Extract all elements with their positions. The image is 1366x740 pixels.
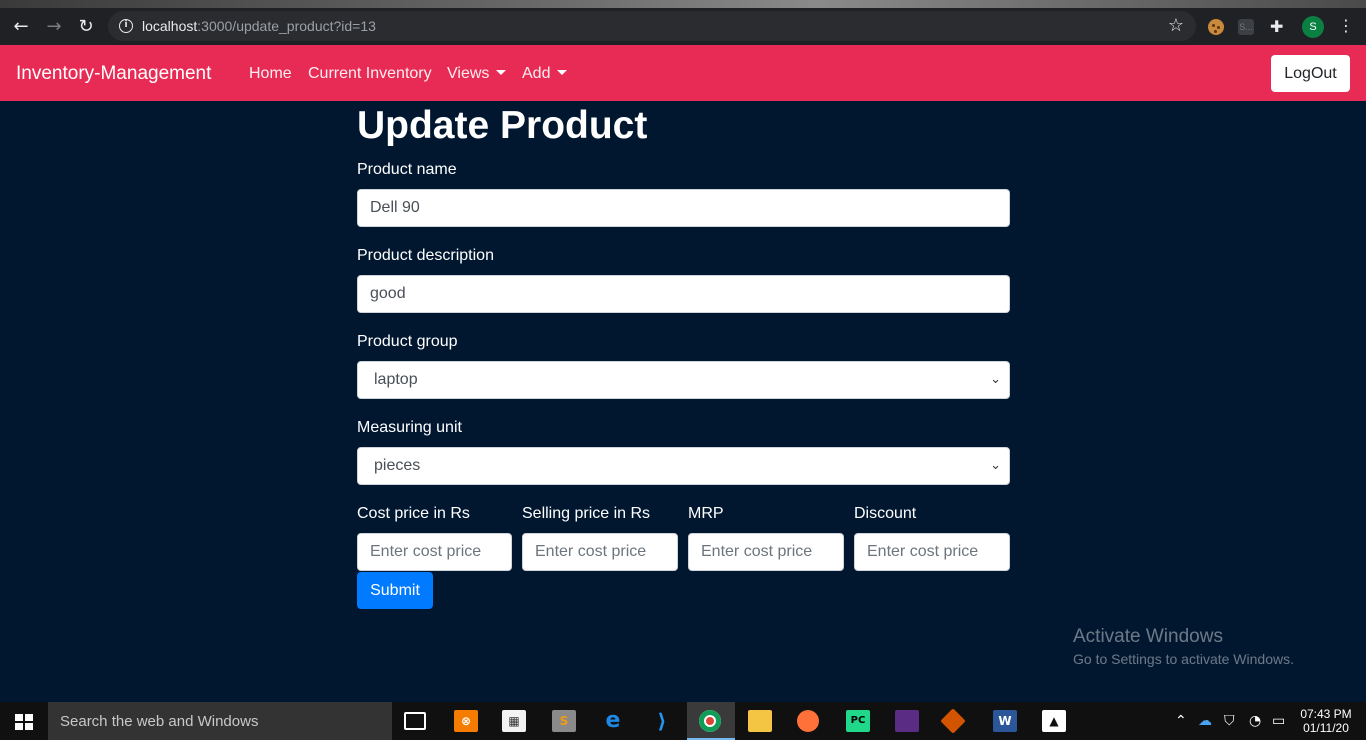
xampp-icon[interactable]: ⊗: [454, 710, 478, 732]
reload-icon[interactable]: ↻: [75, 16, 97, 38]
pycharm-icon[interactable]: PC: [846, 710, 870, 732]
nav-home-link[interactable]: Home: [249, 65, 292, 83]
cost-price-input[interactable]: Enter cost price: [357, 533, 512, 571]
mrp-label: MRP: [688, 505, 724, 522]
logout-button[interactable]: LogOut: [1271, 55, 1350, 92]
file-explorer-icon[interactable]: [748, 710, 772, 732]
caret-down-icon: [557, 70, 568, 75]
nav-add-dropdown[interactable]: Add: [522, 65, 568, 83]
app-icon[interactable]: [895, 710, 919, 732]
browser-menu-icon[interactable]: ⋮: [1338, 18, 1354, 34]
submit-button[interactable]: Submit: [357, 572, 433, 609]
taskbar-clock[interactable]: 07:43 PM 01/11/20: [1300, 707, 1352, 735]
activate-windows-subtitle: Go to Settings to activate Windows.: [1073, 651, 1294, 667]
measuring-unit-select[interactable]: pieces ⌄: [357, 447, 1010, 485]
product-group-selected: laptop: [374, 371, 418, 388]
notifications-icon[interactable]: ▭: [1272, 712, 1285, 730]
word-icon[interactable]: W: [993, 710, 1017, 732]
profile-avatar[interactable]: S: [1302, 16, 1324, 38]
discount-label: Discount: [854, 505, 917, 522]
forward-arrow-icon[interactable]: →: [43, 16, 65, 38]
address-bar[interactable]: i localhost:3000/update_product?id=13 ☆: [108, 11, 1196, 41]
app-navbar: Inventory-Management Home Current Invent…: [0, 45, 1366, 101]
taskbar-search-box[interactable]: Search the web and Windows: [48, 702, 392, 740]
browser-tab-strip: [0, 0, 1366, 8]
nav-current-inventory-link[interactable]: Current Inventory: [308, 65, 432, 83]
cost-price-label: Cost price in Rs: [357, 505, 470, 522]
sublime-text-icon[interactable]: S: [552, 710, 576, 732]
show-hidden-icons-chevron-icon[interactable]: ⌃: [1175, 712, 1187, 730]
edge-icon[interactable]: e: [601, 710, 625, 732]
extension-icon[interactable]: S...: [1238, 19, 1254, 35]
nav-add-label: Add: [522, 65, 551, 82]
vscode-icon[interactable]: ⟩: [650, 710, 674, 732]
measuring-unit-label: Measuring unit: [357, 419, 462, 436]
discount-input[interactable]: Enter cost price: [854, 533, 1010, 571]
extensions-puzzle-icon[interactable]: ✚: [1270, 19, 1286, 35]
windows-taskbar: Search the web and Windows ⊗ ▦ S e ⟩ PC …: [0, 702, 1366, 740]
url-path: :3000/update_product?id=13: [197, 18, 376, 34]
product-group-label: Product group: [357, 333, 458, 350]
selling-price-input[interactable]: Enter cost price: [522, 533, 678, 571]
product-description-input[interactable]: good: [357, 275, 1010, 313]
firefox-icon[interactable]: [797, 710, 819, 732]
back-arrow-icon[interactable]: ←: [10, 16, 32, 38]
chevron-down-icon: ⌄: [990, 458, 1001, 473]
windows-start-icon[interactable]: [15, 714, 33, 730]
nav-views-label: Views: [447, 65, 490, 82]
onedrive-icon[interactable]: ☁: [1198, 712, 1212, 730]
product-name-label: Product name: [357, 161, 457, 178]
git-icon[interactable]: [940, 708, 966, 734]
measuring-unit-selected: pieces: [374, 457, 421, 474]
navbar-brand[interactable]: Inventory-Management: [16, 63, 211, 85]
url-text[interactable]: localhost:3000/update_product?id=13: [142, 18, 376, 34]
nav-views-dropdown[interactable]: Views: [447, 65, 507, 83]
store-icon[interactable]: ▦: [502, 710, 526, 732]
taskbar-search-placeholder: Search the web and Windows: [60, 713, 259, 730]
chrome-icon[interactable]: [699, 710, 721, 732]
photos-icon[interactable]: ▲: [1042, 710, 1066, 732]
bookmark-star-icon[interactable]: ☆: [1168, 15, 1184, 36]
url-host: localhost: [142, 18, 198, 34]
chevron-down-icon: ⌄: [990, 372, 1001, 387]
browser-chrome: ← → ↻ i localhost:3000/update_product?id…: [0, 0, 1366, 45]
caret-down-icon: [496, 70, 507, 75]
product-group-select[interactable]: laptop ⌄: [357, 361, 1010, 399]
page-title: Update Product: [357, 104, 648, 147]
clock-time: 07:43 PM: [1300, 707, 1352, 721]
mrp-input[interactable]: Enter cost price: [688, 533, 844, 571]
product-description-label: Product description: [357, 247, 494, 264]
browser-toolbar: ← → ↻ i localhost:3000/update_product?id…: [0, 8, 1366, 45]
cookie-extension-icon[interactable]: [1208, 19, 1224, 35]
site-info-icon[interactable]: i: [119, 19, 133, 33]
task-view-icon[interactable]: [404, 712, 426, 730]
product-name-input[interactable]: Dell 90: [357, 189, 1010, 227]
wifi-icon[interactable]: ◔: [1249, 712, 1261, 730]
defender-shield-icon[interactable]: ⛉: [1224, 712, 1235, 730]
clock-date: 01/11/20: [1303, 721, 1349, 735]
selling-price-label: Selling price in Rs: [522, 505, 651, 522]
activate-windows-title: Activate Windows: [1073, 626, 1223, 647]
